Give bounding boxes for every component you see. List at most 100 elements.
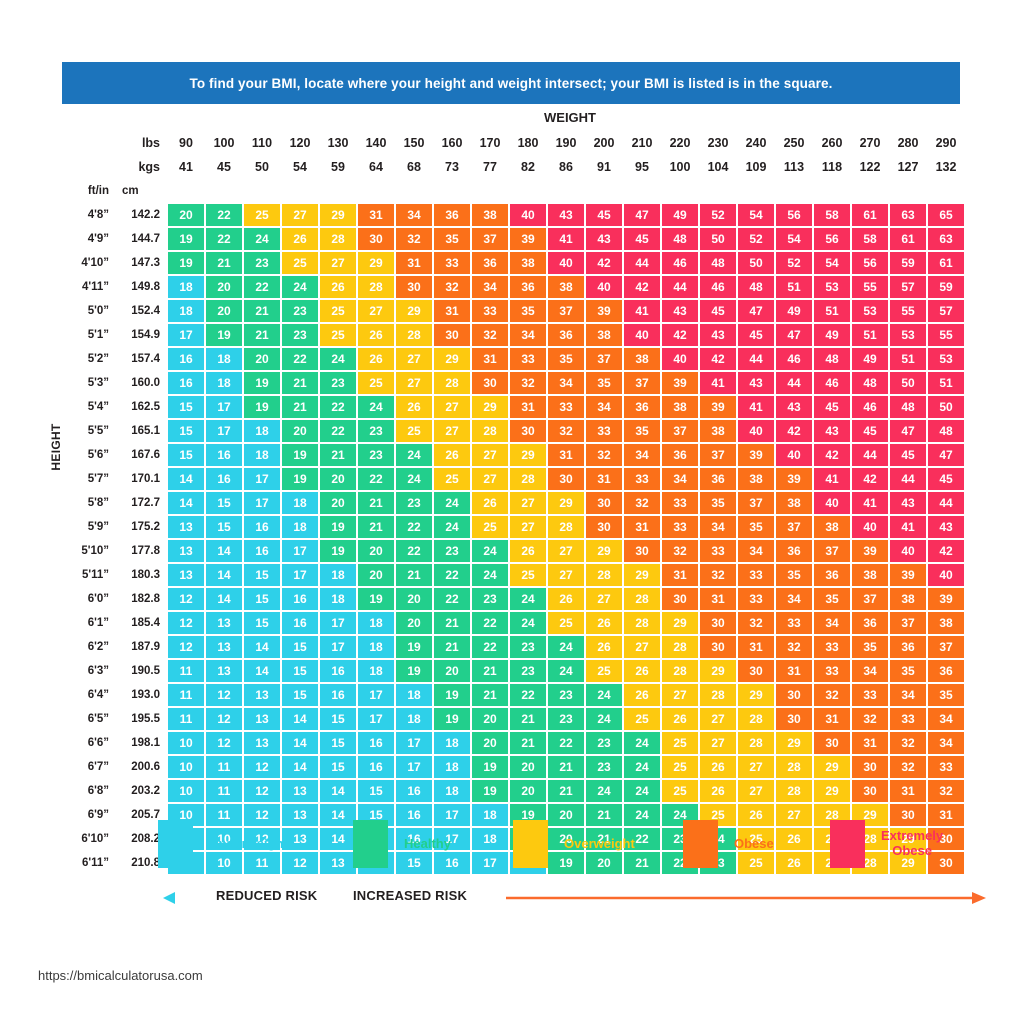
bmi-cell[interactable]: 30 bbox=[776, 708, 812, 730]
bmi-cell[interactable]: 51 bbox=[890, 348, 926, 370]
bmi-cell[interactable]: 20 bbox=[206, 300, 242, 322]
bmi-cell[interactable]: 54 bbox=[814, 252, 850, 274]
bmi-cell[interactable]: 30 bbox=[852, 756, 888, 778]
bmi-cell[interactable]: 14 bbox=[320, 780, 356, 802]
bmi-cell[interactable]: 30 bbox=[472, 372, 508, 394]
bmi-cell[interactable]: 35 bbox=[434, 228, 470, 250]
bmi-cell[interactable]: 21 bbox=[244, 324, 280, 346]
bmi-cell[interactable]: 22 bbox=[396, 540, 432, 562]
bmi-cell[interactable]: 31 bbox=[852, 732, 888, 754]
bmi-cell[interactable]: 23 bbox=[282, 324, 318, 346]
bmi-cell[interactable]: 10 bbox=[168, 756, 204, 778]
bmi-cell[interactable]: 31 bbox=[776, 660, 812, 682]
bmi-cell[interactable]: 43 bbox=[776, 396, 812, 418]
bmi-cell[interactable]: 15 bbox=[320, 708, 356, 730]
bmi-cell[interactable]: 33 bbox=[700, 540, 736, 562]
bmi-cell[interactable]: 38 bbox=[472, 204, 508, 226]
bmi-cell[interactable]: 26 bbox=[472, 492, 508, 514]
bmi-cell[interactable]: 24 bbox=[624, 732, 660, 754]
bmi-cell[interactable]: 25 bbox=[282, 252, 318, 274]
bmi-cell[interactable]: 21 bbox=[396, 564, 432, 586]
bmi-cell[interactable]: 23 bbox=[510, 636, 546, 658]
bmi-cell[interactable]: 16 bbox=[244, 516, 280, 538]
bmi-cell[interactable]: 31 bbox=[472, 348, 508, 370]
bmi-cell[interactable]: 27 bbox=[548, 564, 584, 586]
bmi-cell[interactable]: 17 bbox=[358, 708, 394, 730]
bmi-cell[interactable]: 17 bbox=[206, 420, 242, 442]
bmi-cell[interactable]: 38 bbox=[586, 324, 622, 346]
bmi-cell[interactable]: 24 bbox=[282, 276, 318, 298]
bmi-cell[interactable]: 22 bbox=[320, 396, 356, 418]
bmi-cell[interactable]: 40 bbox=[738, 420, 774, 442]
bmi-cell[interactable]: 11 bbox=[168, 684, 204, 706]
bmi-cell[interactable]: 32 bbox=[434, 276, 470, 298]
bmi-cell[interactable]: 16 bbox=[320, 684, 356, 706]
bmi-cell[interactable]: 51 bbox=[776, 276, 812, 298]
bmi-cell[interactable]: 30 bbox=[624, 540, 660, 562]
bmi-cell[interactable]: 42 bbox=[586, 252, 622, 274]
bmi-cell[interactable]: 25 bbox=[624, 708, 660, 730]
bmi-cell[interactable]: 24 bbox=[320, 348, 356, 370]
bmi-cell[interactable]: 25 bbox=[320, 300, 356, 322]
bmi-cell[interactable]: 33 bbox=[624, 468, 660, 490]
bmi-cell[interactable]: 45 bbox=[738, 324, 774, 346]
bmi-cell[interactable]: 19 bbox=[434, 708, 470, 730]
bmi-cell[interactable]: 25 bbox=[396, 420, 432, 442]
bmi-cell[interactable]: 21 bbox=[472, 660, 508, 682]
bmi-cell[interactable]: 18 bbox=[320, 564, 356, 586]
bmi-cell[interactable]: 37 bbox=[814, 540, 850, 562]
bmi-cell[interactable]: 24 bbox=[244, 228, 280, 250]
bmi-cell[interactable]: 16 bbox=[168, 348, 204, 370]
bmi-cell[interactable]: 22 bbox=[206, 228, 242, 250]
bmi-cell[interactable]: 44 bbox=[738, 348, 774, 370]
bmi-cell[interactable]: 19 bbox=[358, 588, 394, 610]
bmi-cell[interactable]: 33 bbox=[738, 588, 774, 610]
bmi-cell[interactable]: 14 bbox=[282, 756, 318, 778]
bmi-cell[interactable]: 32 bbox=[852, 708, 888, 730]
bmi-cell[interactable]: 30 bbox=[700, 612, 736, 634]
bmi-cell[interactable]: 30 bbox=[586, 516, 622, 538]
bmi-cell[interactable]: 32 bbox=[814, 684, 850, 706]
bmi-cell[interactable]: 28 bbox=[624, 588, 660, 610]
bmi-cell[interactable]: 32 bbox=[396, 228, 432, 250]
bmi-cell[interactable]: 34 bbox=[814, 612, 850, 634]
bmi-cell[interactable]: 21 bbox=[548, 780, 584, 802]
bmi-cell[interactable]: 36 bbox=[928, 660, 964, 682]
bmi-cell[interactable]: 16 bbox=[206, 444, 242, 466]
bmi-cell[interactable]: 47 bbox=[890, 420, 926, 442]
bmi-cell[interactable]: 27 bbox=[396, 372, 432, 394]
bmi-cell[interactable]: 31 bbox=[586, 468, 622, 490]
bmi-cell[interactable]: 36 bbox=[852, 612, 888, 634]
bmi-cell[interactable]: 24 bbox=[396, 444, 432, 466]
bmi-cell[interactable]: 36 bbox=[890, 636, 926, 658]
bmi-cell[interactable]: 27 bbox=[472, 444, 508, 466]
bmi-cell[interactable]: 11 bbox=[168, 708, 204, 730]
bmi-cell[interactable]: 27 bbox=[510, 516, 546, 538]
bmi-cell[interactable]: 38 bbox=[814, 516, 850, 538]
bmi-cell[interactable]: 32 bbox=[586, 444, 622, 466]
bmi-cell[interactable]: 29 bbox=[738, 684, 774, 706]
bmi-cell[interactable]: 48 bbox=[852, 372, 888, 394]
bmi-cell[interactable]: 18 bbox=[434, 780, 470, 802]
bmi-cell[interactable]: 32 bbox=[510, 372, 546, 394]
bmi-cell[interactable]: 48 bbox=[662, 228, 698, 250]
bmi-cell[interactable]: 16 bbox=[358, 756, 394, 778]
bmi-cell[interactable]: 14 bbox=[206, 564, 242, 586]
bmi-cell[interactable]: 41 bbox=[548, 228, 584, 250]
bmi-cell[interactable]: 56 bbox=[814, 228, 850, 250]
bmi-cell[interactable]: 11 bbox=[206, 780, 242, 802]
bmi-cell[interactable]: 26 bbox=[700, 780, 736, 802]
bmi-cell[interactable]: 41 bbox=[814, 468, 850, 490]
bmi-cell[interactable]: 16 bbox=[282, 588, 318, 610]
bmi-cell[interactable]: 30 bbox=[852, 780, 888, 802]
bmi-cell[interactable]: 24 bbox=[358, 396, 394, 418]
bmi-cell[interactable]: 22 bbox=[472, 636, 508, 658]
bmi-cell[interactable]: 13 bbox=[168, 516, 204, 538]
bmi-cell[interactable]: 24 bbox=[472, 564, 508, 586]
bmi-cell[interactable]: 23 bbox=[320, 372, 356, 394]
bmi-cell[interactable]: 22 bbox=[396, 516, 432, 538]
bmi-cell[interactable]: 17 bbox=[244, 468, 280, 490]
bmi-cell[interactable]: 23 bbox=[358, 444, 394, 466]
bmi-cell[interactable]: 20 bbox=[472, 708, 508, 730]
bmi-cell[interactable]: 17 bbox=[206, 396, 242, 418]
